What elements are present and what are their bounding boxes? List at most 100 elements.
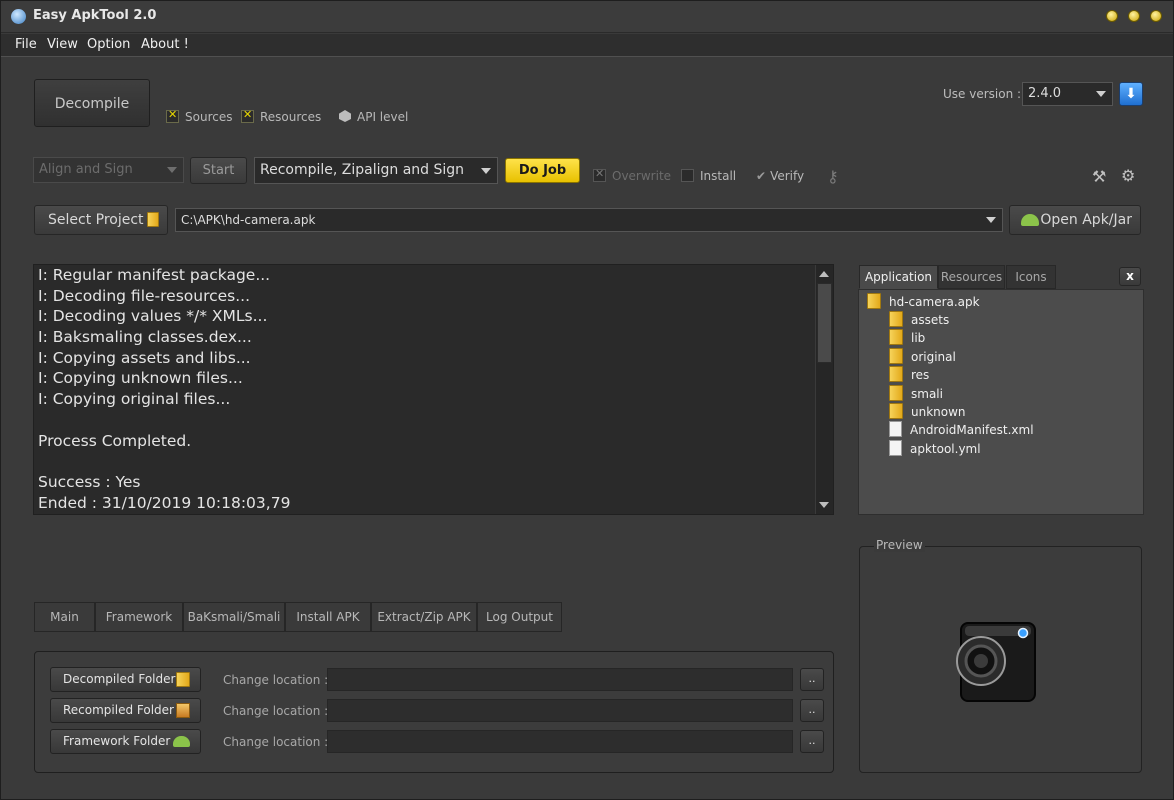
framework-folder-button[interactable]: Framework Folder <box>50 729 201 754</box>
select-project-button[interactable]: Select Project <box>34 205 168 235</box>
tree-root-label: hd-camera.apk <box>889 295 980 309</box>
menu-bar: File View Option About ! <box>1 34 1173 57</box>
version-select[interactable]: 2.4.0 <box>1022 82 1113 106</box>
project-path-select[interactable]: C:\APK\hd-camera.apk <box>175 208 1003 232</box>
key-icon[interactable]: ⚷ <box>827 167 839 186</box>
overwrite-checkbox[interactable]: Overwrite <box>593 167 671 183</box>
maximize-button[interactable] <box>1128 10 1140 22</box>
framework-folder-label: Framework Folder <box>63 734 171 748</box>
tab-resources[interactable]: Resources <box>938 265 1005 289</box>
version-value: 2.4.0 <box>1028 86 1062 101</box>
wrench-icon[interactable]: ⚒ <box>1092 167 1106 186</box>
scroll-down-icon[interactable] <box>819 502 829 508</box>
framework-change-label: Change location : <box>223 735 329 749</box>
verify-option[interactable]: ✔ Verify <box>756 169 804 183</box>
scroll-up-icon[interactable] <box>819 271 829 277</box>
recompiled-browse-button[interactable]: .. <box>800 699 824 722</box>
sources-checkbox[interactable]: Sources <box>166 108 233 124</box>
chevron-down-icon <box>481 167 491 174</box>
close-window-button[interactable] <box>1150 10 1162 22</box>
install-label: Install <box>700 169 737 183</box>
close-panel-button[interactable]: x <box>1119 267 1141 286</box>
recompiled-location-field[interactable] <box>327 699 793 722</box>
tree-item[interactable]: apktool.yml <box>889 439 981 458</box>
decompile-button[interactable]: Decompile <box>34 79 150 127</box>
minimize-button[interactable] <box>1106 10 1118 22</box>
tree-item[interactable]: AndroidManifest.xml <box>889 421 1034 439</box>
open-apk-button[interactable]: Open Apk/Jar <box>1009 205 1141 235</box>
folder-icon <box>147 212 159 227</box>
open-apk-label: Open Apk/Jar <box>1040 212 1132 228</box>
tree-item-label: lib <box>911 331 926 346</box>
framework-location-field[interactable] <box>327 730 793 753</box>
do-job-button[interactable]: Do Job <box>505 158 580 183</box>
android-icon <box>1021 214 1039 226</box>
decompiled-browse-button[interactable]: .. <box>800 668 824 691</box>
log-line: I: Baksmaling classes.dex... <box>38 328 252 347</box>
log-output[interactable]: I: Regular manifest package... I: Decodin… <box>33 264 834 515</box>
tab-main[interactable]: Main <box>34 602 95 632</box>
log-line: I: Regular manifest package... <box>38 266 271 284</box>
tree-item-label: original <box>911 349 956 364</box>
menu-option[interactable]: Option <box>87 37 130 52</box>
recompiled-change-label: Change location : <box>223 704 329 718</box>
checkbox-box <box>593 167 606 182</box>
gear-icon[interactable]: ⚙ <box>1121 166 1135 185</box>
menu-file[interactable]: File <box>15 37 37 52</box>
tree-item[interactable]: res <box>889 366 929 384</box>
tab-icons[interactable]: Icons <box>1006 265 1056 289</box>
job-select[interactable]: Recompile, Zipalign and Sign <box>254 157 498 184</box>
folder-icon <box>889 403 903 419</box>
checkbox-box <box>681 169 694 182</box>
align-sign-select[interactable]: Align and Sign <box>33 157 184 183</box>
tree-item[interactable]: smali <box>889 384 943 403</box>
tree-item[interactable]: lib <box>889 329 925 347</box>
tree-item[interactable]: assets <box>889 311 949 329</box>
install-checkbox[interactable]: Install <box>681 169 736 183</box>
app-window: Easy ApkTool 2.0 File View Option About … <box>0 0 1174 800</box>
select-project-label: Select Project <box>48 212 144 228</box>
resources-checkbox[interactable]: Resources <box>241 108 321 124</box>
tree-item[interactable]: original <box>889 347 956 366</box>
recompiled-folder-button[interactable]: Recompiled Folder <box>50 698 201 723</box>
menu-view[interactable]: View <box>47 37 78 52</box>
folder-icon <box>889 329 903 346</box>
tab-framework[interactable]: Framework <box>95 602 183 632</box>
tree-item-label: assets <box>911 313 950 327</box>
camera-app-icon <box>956 622 1036 702</box>
framework-browse-button[interactable]: .. <box>800 730 824 753</box>
decompiled-folder-button[interactable]: Decompiled Folder <box>50 667 201 692</box>
log-line: Ended : 31/10/2019 10:18:03,79 <box>38 493 291 512</box>
menu-about[interactable]: About ! <box>141 37 189 52</box>
tree-item[interactable]: unknown <box>889 403 966 421</box>
sources-label: Sources <box>185 110 233 124</box>
project-path-value: C:\APK\hd-camera.apk <box>181 213 316 227</box>
tree-item-label: smali <box>911 386 943 401</box>
file-icon <box>889 421 902 438</box>
preview-label: Preview <box>874 538 925 552</box>
log-line: I: Copying original files... <box>38 390 231 409</box>
preview-panel: Preview <box>859 538 1142 773</box>
decompiled-location-field[interactable] <box>327 668 793 691</box>
tab-log-output[interactable]: Log Output <box>477 602 562 632</box>
tree-root[interactable]: hd-camera.apk <box>867 293 980 311</box>
tab-baksmali[interactable]: BaKsmali/Smali <box>183 602 285 632</box>
api-level-icon <box>339 110 351 122</box>
download-version-button[interactable]: ⬇ <box>1119 82 1143 106</box>
use-version-label: Use version : <box>943 87 1022 101</box>
scroll-thumb[interactable] <box>817 283 832 363</box>
tree-item-label: unknown <box>911 405 966 419</box>
tab-application[interactable]: Application <box>859 265 938 289</box>
folder-icon <box>889 384 903 401</box>
file-tree[interactable]: hd-camera.apk assets lib original res smali u… <box>858 289 1144 515</box>
checkbox-box <box>166 108 179 123</box>
tab-install-apk[interactable]: Install APK <box>285 602 371 632</box>
title-bar: Easy ApkTool 2.0 <box>1 1 1173 33</box>
log-scrollbar[interactable] <box>815 265 833 514</box>
tab-extract-zip[interactable]: Extract/Zip APK <box>371 602 477 632</box>
log-line: I: Decoding file-resources... <box>38 286 251 305</box>
api-level-option[interactable]: API level <box>339 110 408 124</box>
start-button[interactable]: Start <box>190 157 247 184</box>
download-arrow-icon: ⬇ <box>1125 86 1137 102</box>
